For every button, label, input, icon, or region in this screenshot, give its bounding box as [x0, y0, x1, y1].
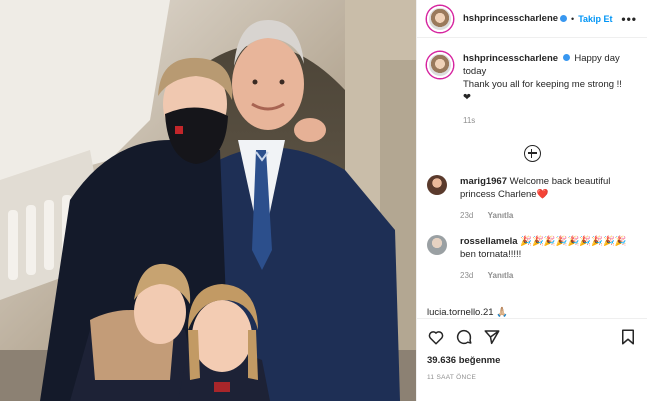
comment-avatar[interactable] [427, 175, 447, 195]
caption-body: hshprincesscharlene Happy day today Than… [463, 52, 637, 127]
comment-avatar[interactable] [427, 235, 447, 255]
caption-avatar[interactable] [427, 52, 453, 78]
share-icon[interactable] [483, 328, 501, 346]
heart-icon[interactable] [427, 328, 445, 346]
comment-body: rossellamela 🎉🎉🎉🎉🎉🎉🎉🎉🎉ben tornata!!!!! 2… [460, 235, 637, 282]
instagram-post: hshprincesscharlene • Takip Et ••• hshpr… [0, 0, 647, 401]
follow-button[interactable]: Takip Et [578, 14, 612, 24]
action-icons-row [417, 319, 647, 347]
caption-heart-emoji: ❤ [463, 92, 471, 103]
caption-username[interactable]: hshprincesscharlene [463, 53, 558, 64]
post-time-ago[interactable]: 11 SAAT ÖNCE [417, 366, 647, 381]
comment-username[interactable]: rossellamela [460, 236, 518, 247]
header-avatar[interactable] [427, 5, 453, 32]
comment-item: rossellamela 🎉🎉🎉🎉🎉🎉🎉🎉🎉ben tornata!!!!! 2… [417, 235, 647, 282]
comment-username[interactable]: marig1967 [460, 176, 507, 187]
comment-time[interactable]: 23d [460, 271, 473, 280]
likes-count[interactable]: 39.636 beğenme [417, 347, 647, 366]
verified-badge-icon [560, 15, 568, 22]
post-actions: 39.636 beğenme 11 SAAT ÖNCE [417, 318, 647, 401]
post-caption: hshprincesscharlene Happy day today Than… [417, 38, 647, 127]
reply-button[interactable]: Yanıtla [488, 211, 514, 220]
comment-body: marig1967 Welcome back beautiful princes… [460, 175, 637, 222]
post-header: hshprincesscharlene • Takip Et ••• [417, 0, 647, 38]
comment-emoji: ❤️ [536, 189, 549, 200]
more-options-icon[interactable]: ••• [621, 12, 637, 26]
verified-badge-icon [562, 54, 570, 61]
comment-icon[interactable] [455, 328, 473, 346]
post-side-panel: hshprincesscharlene • Takip Et ••• hshpr… [416, 0, 647, 401]
header-dot-separator: • [571, 13, 575, 24]
caption-text-line2: Thank you all for keeping me strong !! [463, 79, 622, 90]
header-username[interactable]: hshprincesscharlene [463, 13, 558, 24]
comment-time[interactable]: 23d [460, 211, 473, 220]
bookmark-icon[interactable] [619, 328, 637, 346]
post-photo-image [0, 0, 416, 401]
post-photo[interactable] [0, 0, 416, 401]
comment-meta: 23d Yanıtla [460, 209, 637, 222]
comment-meta: 23d Yanıtla [460, 269, 637, 282]
comment-item: marig1967 Welcome back beautiful princes… [417, 175, 647, 222]
cutoff-comment: lucia.tornello.21 🙏🏼 [427, 307, 509, 318]
load-more-plus-icon[interactable] [523, 145, 541, 162]
caption-time[interactable]: 11s [463, 114, 637, 127]
load-more-comments [417, 145, 647, 162]
reply-button[interactable]: Yanıtla [488, 271, 514, 280]
